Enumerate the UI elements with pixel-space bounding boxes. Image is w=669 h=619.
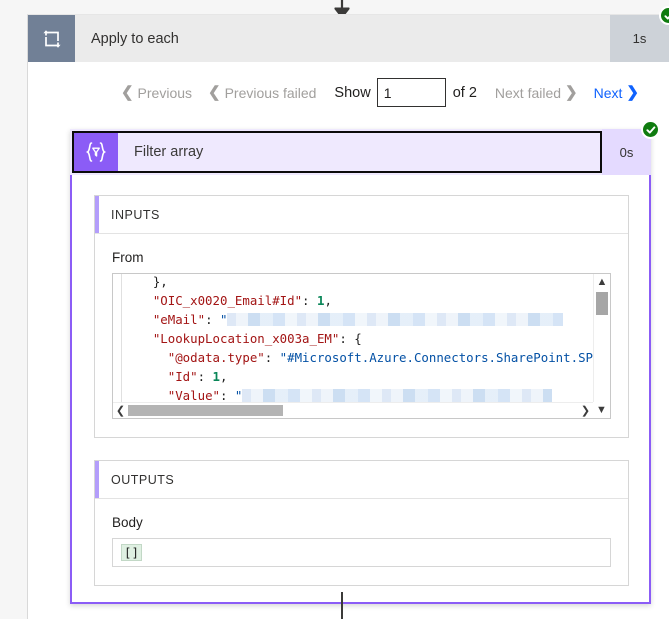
code-line: "OIC_x0020_Email#Id": 1, [123, 291, 593, 310]
filter-array-icon [74, 133, 118, 171]
loop-repeat-icon [28, 15, 75, 62]
iteration-index-input[interactable] [376, 78, 446, 107]
chevron-right-icon: ❯ [626, 84, 639, 101]
code-line: "eMail": " [123, 310, 593, 329]
code-token: "Id" [167, 369, 198, 384]
code-token: "@odata.type" [167, 350, 265, 365]
inputs-section: INPUTS From }, "OIC_x0020_Email#Id": 1, … [94, 195, 629, 438]
code-token: " [234, 388, 243, 402]
code-token: : [197, 369, 213, 384]
code-token: "eMail" [152, 312, 206, 327]
apply-to-each-title: Apply to each [91, 30, 179, 47]
filter-array-body: INPUTS From }, "OIC_x0020_Email#Id": 1, … [72, 175, 649, 586]
body-value-box[interactable]: [] [112, 538, 611, 567]
filter-array-header[interactable]: Filter array 0s [70, 120, 660, 175]
body-field-label: Body [112, 515, 143, 530]
previous-button[interactable]: ❮ Previous [113, 85, 200, 101]
outgoing-connector-line [341, 592, 343, 619]
run-history-canvas: Apply to each 1s ❮ Previous ❮ Previous f… [0, 0, 669, 619]
code-token: "LookupLocation_x003a_EM" [152, 331, 340, 346]
code-token: 1 [212, 369, 220, 384]
apply-to-each-header[interactable]: Apply to each 1s [28, 6, 669, 62]
chevron-left-icon[interactable]: ❮ [113, 403, 128, 418]
filter-array-card[interactable]: Filter array 0s INPUTS From}, "OIC_x002… [70, 120, 660, 604]
apply-to-each-duration: 1s [610, 15, 669, 62]
horizontal-scroll-thumb[interactable] [128, 405, 283, 416]
outputs-section-title: OUTPUTS [95, 461, 628, 499]
next-label: Next [593, 84, 623, 101]
total-iterations-label: of 2 [452, 84, 477, 101]
check-circle-icon [641, 120, 660, 139]
from-code-content: }, "OIC_x0020_Email#Id": 1, "eMail": " "… [123, 274, 593, 402]
code-line: }, [123, 274, 593, 291]
code-line: "Id": 1, [123, 367, 593, 386]
code-line: "LookupLocation_x003a_EM": { [123, 329, 593, 348]
next-button[interactable]: Next ❯ [586, 85, 647, 101]
chevron-left-icon: ❮ [208, 84, 221, 101]
vertical-scroll-thumb[interactable] [596, 292, 608, 315]
chevron-up-icon[interactable]: ▲ [594, 274, 610, 289]
code-token: : [219, 388, 235, 402]
chevron-right-icon: ❯ [565, 84, 578, 101]
code-token: : { [339, 331, 362, 346]
show-label: Show [334, 84, 371, 101]
chevron-left-icon: ❮ [120, 84, 134, 101]
from-field-label: From [112, 250, 144, 265]
apply-to-each-card[interactable]: Apply to each 1s ❮ Previous ❮ Previous f… [27, 6, 669, 619]
previous-failed-button[interactable]: ❮ Previous failed [200, 85, 324, 101]
next-failed-label: Next failed [494, 84, 562, 101]
code-line: "Value": " [123, 386, 593, 402]
iteration-pager: ❮ Previous ❮ Previous failed Show of 2 N… [28, 62, 669, 119]
chevron-right-icon[interactable]: ❯ [578, 403, 593, 418]
code-vertical-scrollbar[interactable]: ▲ [593, 274, 610, 402]
code-line: "@odata.type": "#Microsoft.Azure.Connect… [123, 348, 593, 367]
code-gutter [113, 274, 122, 418]
code-token: "OIC_x0020_Email#Id" [152, 293, 303, 308]
redacted-value [227, 313, 564, 326]
code-token: }, [123, 274, 168, 289]
code-token: : [205, 312, 220, 327]
code-token: "Value" [167, 388, 220, 402]
outputs-section: OUTPUTS Body [] [94, 460, 629, 586]
chevron-down-icon[interactable]: ▼ [593, 402, 610, 418]
inputs-section-title: INPUTS [95, 196, 628, 234]
previous-failed-label: Previous failed [224, 84, 317, 101]
code-token: "#Microsoft.Azure.Connectors.SharePoint.… [279, 350, 593, 365]
code-horizontal-scrollbar[interactable]: ❮ ❯ [113, 402, 610, 418]
filter-array-title: Filter array [134, 144, 204, 160]
body-value: [] [121, 544, 142, 561]
code-token: , [324, 293, 332, 308]
redacted-value [242, 389, 553, 402]
code-token: : [264, 350, 280, 365]
from-code-viewer[interactable]: }, "OIC_x0020_Email#Id": 1, "eMail": " "… [112, 273, 611, 419]
code-token: " [219, 312, 228, 327]
previous-label: Previous [137, 84, 193, 101]
code-token: , [220, 369, 228, 384]
next-failed-button[interactable]: Next failed ❯ [487, 85, 586, 101]
code-token: : [302, 293, 317, 308]
